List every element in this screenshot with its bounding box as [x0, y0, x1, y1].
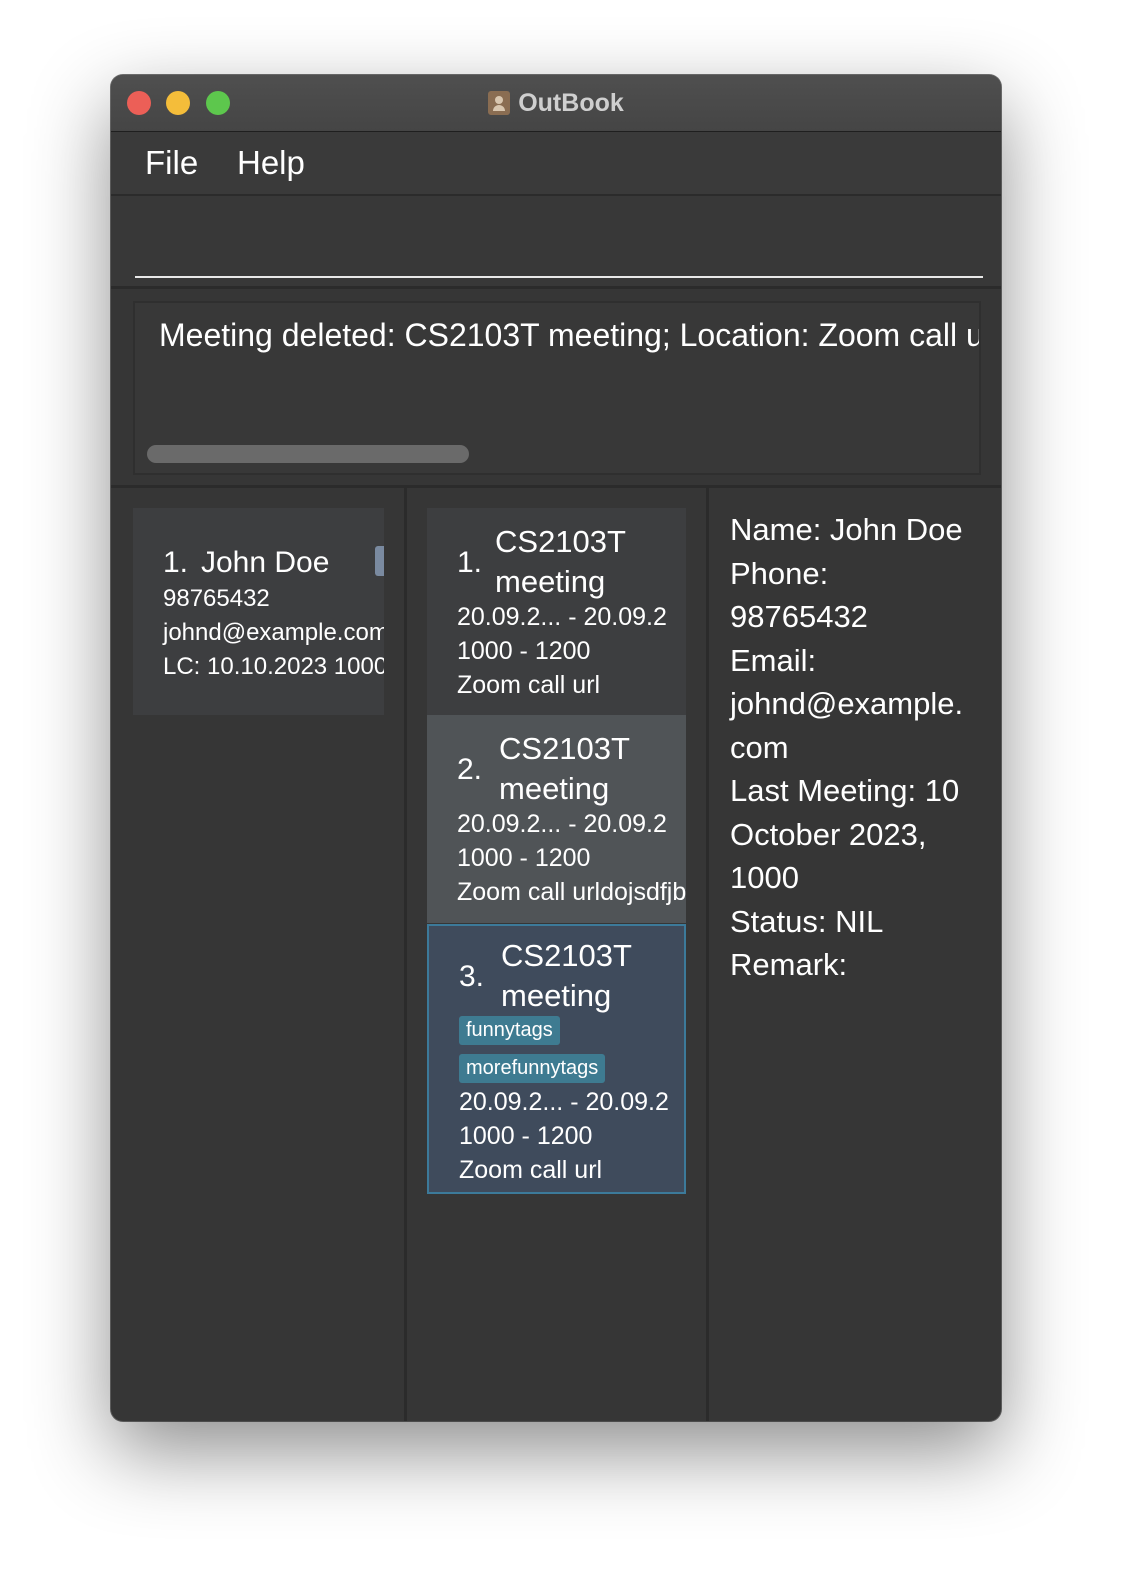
meeting-title-cont: meeting: [501, 978, 612, 1013]
meeting-location: Zoom call urldojsdfjbs: [457, 878, 686, 906]
pane-divider-left[interactable]: [404, 488, 407, 1421]
person-index: 1.: [163, 546, 189, 579]
meeting-title-cont: meeting: [499, 771, 610, 806]
detail-name: Name: John Doe: [730, 512, 963, 547]
window-title: OutBook: [518, 88, 624, 117]
person-detail-pane: Name: John Doe Phone: 98765432 Email: jo…: [730, 508, 990, 987]
meeting-title: CS2103T: [495, 524, 626, 559]
menu-bar: File Help: [111, 132, 1001, 196]
meeting-index: 3.: [459, 960, 485, 993]
meeting-date-range: 20.09.2... - 20.09.2: [459, 1088, 669, 1116]
detail-last-meeting: Last Meeting: 10: [730, 773, 960, 808]
command-box: [111, 196, 1001, 289]
app-window: OutBook File Help Meeting deleted: CS210…: [111, 75, 1001, 1421]
meeting-date-range: 20.09.2... - 20.09.2: [457, 810, 667, 838]
detail-email-label: Email:: [730, 642, 817, 678]
meeting-title-cont: meeting: [495, 564, 606, 599]
detail-last-meeting-time: 1000: [730, 860, 799, 895]
menu-file[interactable]: File: [145, 144, 198, 182]
result-message: Meeting deleted: CS2103T meeting; Locati…: [159, 317, 981, 353]
meeting-card-selected[interactable]: 3. CS2103T meeting funnytags morefunnyta…: [427, 924, 686, 1194]
meeting-tag: funnytags: [459, 1016, 560, 1045]
title-bar: OutBook: [111, 75, 1001, 132]
meeting-location: Zoom call url: [459, 1156, 603, 1184]
person-last-contact: LC: 10.10.2023 1000: [163, 653, 384, 680]
person-card[interactable]: 1. John Doe 98765432 johnd@example.com L…: [133, 508, 384, 715]
detail-email-cont: com: [730, 729, 789, 765]
meeting-card[interactable]: 1. CS2103T meeting 20.09.2... - 20.09.2 …: [427, 508, 686, 715]
meeting-time-range: 1000 - 1200: [459, 1122, 593, 1150]
meeting-tag: morefunnytags: [459, 1054, 606, 1083]
meeting-time-range: 1000 - 1200: [457, 637, 591, 665]
meeting-location: Zoom call url: [457, 671, 601, 699]
meeting-date-range: 20.09.2... - 20.09.2: [457, 603, 667, 631]
person-email: johnd@example.com: [163, 619, 384, 646]
detail-last-meeting-cont: October 2023,: [730, 816, 927, 852]
meeting-index: 1.: [457, 546, 483, 579]
person-tag: [375, 546, 384, 576]
meeting-title: CS2103T: [499, 731, 630, 766]
command-input[interactable]: [135, 214, 983, 278]
detail-remark: Remark:: [730, 947, 848, 982]
detail-phone-label: Phone:: [730, 555, 829, 591]
meeting-time-range: 1000 - 1200: [457, 844, 591, 872]
pane-divider-right[interactable]: [706, 488, 709, 1421]
person-name: John Doe: [201, 546, 330, 579]
panes-divider: [111, 485, 1001, 488]
result-display[interactable]: Meeting deleted: CS2103T meeting; Locati…: [133, 301, 981, 475]
address-book-icon: [488, 91, 511, 115]
meeting-title: CS2103T: [501, 938, 632, 973]
menu-help[interactable]: Help: [237, 144, 305, 182]
detail-status: Status: NIL: [730, 903, 884, 939]
detail-email: johnd@example.: [730, 686, 964, 721]
person-phone: 98765432: [163, 585, 270, 612]
result-horizontal-scrollbar[interactable]: [147, 445, 469, 463]
meeting-index: 2.: [457, 753, 483, 786]
meeting-card[interactable]: 2. CS2103T meeting 20.09.2... - 20.09.2 …: [427, 715, 686, 923]
detail-phone: 98765432: [730, 599, 868, 634]
